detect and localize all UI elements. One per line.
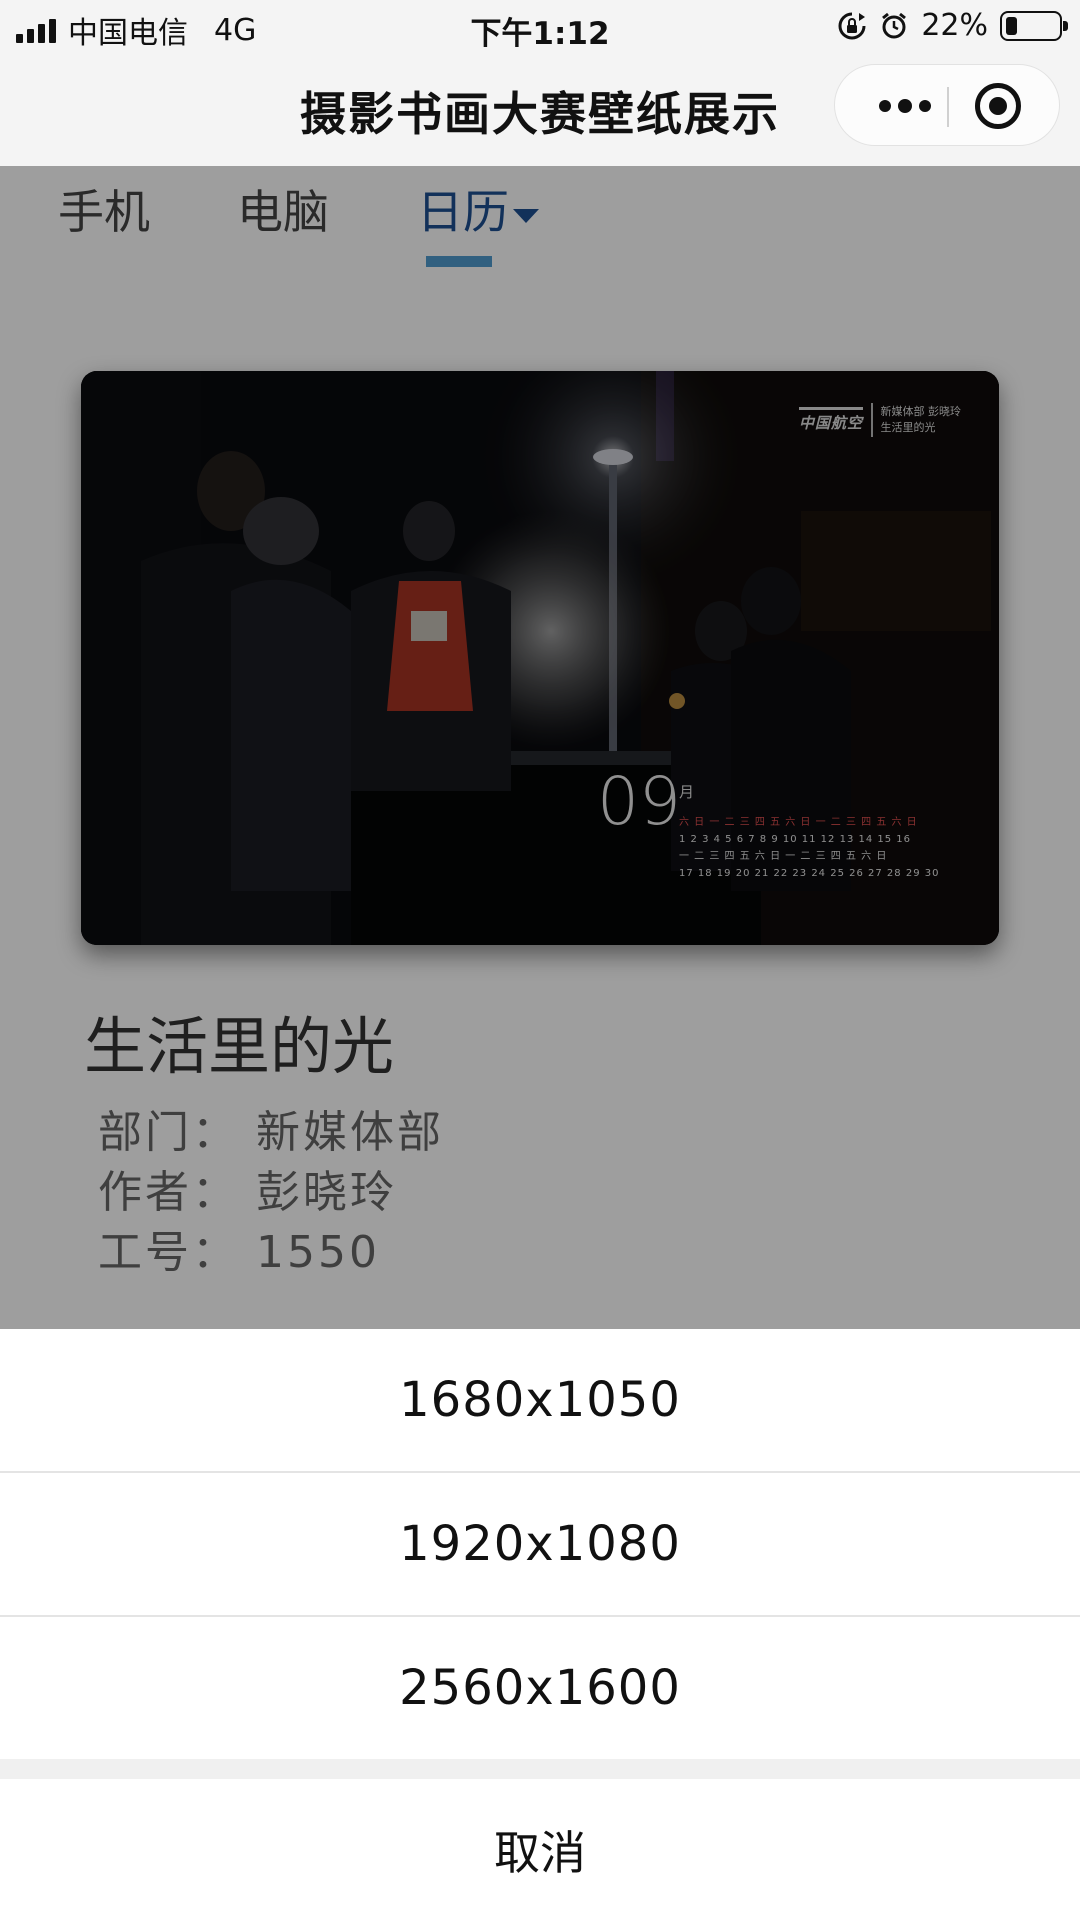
rotation-lock-icon (838, 12, 866, 39)
alarm-icon (882, 12, 907, 38)
navigation-bar: 摄影书画大赛壁纸展示 (0, 54, 1080, 166)
status-right: 22% (837, 8, 1068, 43)
status-bar: 中国电信 4G 下午1:12 22% (0, 0, 1080, 54)
mini-program-capsule (834, 64, 1060, 146)
resolution-option-1920x1080[interactable]: 1920x1080 (0, 1473, 1080, 1615)
resolution-action-sheet: 1680x1050 1920x1080 2560x1600 取消 (0, 1329, 1080, 1920)
screen: 中国电信 4G 下午1:12 22% 摄影书画大赛壁纸展示 手机 电脑 日历 中… (0, 0, 1080, 1920)
cancel-button[interactable]: 取消 (0, 1779, 1080, 1920)
close-mini-program-button[interactable] (975, 83, 1021, 129)
resolution-option-1680x1050[interactable]: 1680x1050 (0, 1329, 1080, 1471)
battery-percent: 22% (921, 8, 988, 43)
capsule-divider (947, 87, 949, 127)
more-menu-button[interactable] (865, 65, 945, 147)
battery-icon (1000, 10, 1068, 41)
resolution-option-2560x1600[interactable]: 2560x1600 (0, 1617, 1080, 1759)
